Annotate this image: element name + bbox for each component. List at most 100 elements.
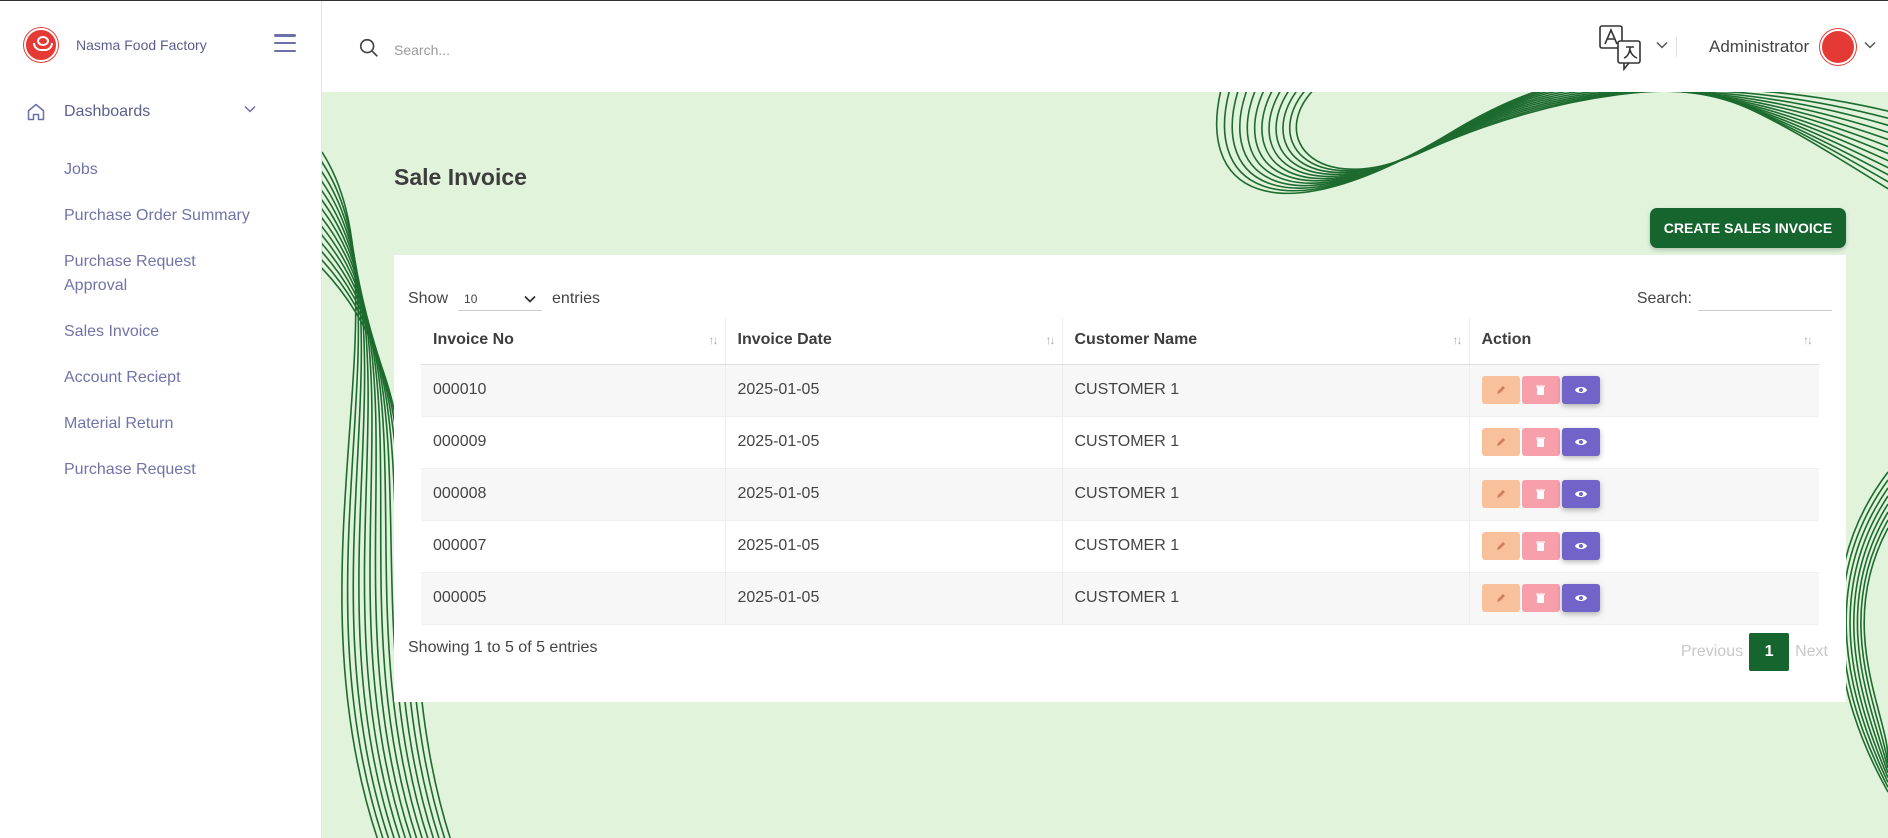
cell-invoice-date: 2025-01-05 bbox=[725, 520, 1063, 573]
pencil-icon bbox=[1496, 594, 1505, 602]
cell-invoice-date: 2025-01-05 bbox=[725, 572, 1063, 625]
delete-button[interactable] bbox=[1521, 584, 1560, 612]
cell-customer-name: CUSTOMER 1 bbox=[1062, 520, 1470, 573]
eye-icon bbox=[1574, 543, 1587, 549]
entries-label: entries bbox=[552, 290, 601, 307]
cell-actions bbox=[1469, 520, 1819, 573]
divider bbox=[1676, 37, 1677, 57]
cell-actions bbox=[1469, 416, 1819, 469]
view-button[interactable] bbox=[1561, 376, 1600, 404]
column-header-label: Customer Name bbox=[1074, 331, 1198, 349]
cell-actions bbox=[1469, 364, 1819, 417]
column-header-label: Invoice Date bbox=[737, 331, 832, 349]
chevron-down-icon[interactable] bbox=[1864, 41, 1876, 49]
column-header-invoice-date[interactable]: Invoice Date ↑↓ bbox=[725, 317, 1063, 365]
table-info: Showing 1 to 5 of 5 entries bbox=[408, 639, 598, 656]
cell-invoice-no: 000009 bbox=[421, 416, 726, 469]
menu-toggle-icon[interactable] bbox=[274, 34, 296, 52]
trash-icon bbox=[1536, 593, 1545, 603]
home-icon bbox=[27, 103, 45, 121]
translate-icon[interactable] bbox=[1596, 23, 1646, 73]
table-search: Search: bbox=[1637, 287, 1832, 311]
sidebar-item-jobs[interactable]: Jobs bbox=[64, 158, 98, 182]
cell-actions bbox=[1469, 468, 1819, 521]
sort-icon: ↑↓ bbox=[1452, 333, 1463, 347]
table-search-input[interactable] bbox=[1698, 287, 1832, 311]
sidebar-item-dashboards[interactable]: Dashboards bbox=[26, 97, 256, 127]
view-button[interactable] bbox=[1561, 480, 1600, 508]
edit-button[interactable] bbox=[1481, 376, 1520, 404]
cell-invoice-no: 000010 bbox=[421, 364, 726, 417]
cell-invoice-date: 2025-01-05 bbox=[725, 416, 1063, 469]
cell-customer-name: CUSTOMER 1 bbox=[1062, 572, 1470, 625]
sidebar-item-purchase-request[interactable]: Purchase Request bbox=[64, 458, 196, 482]
cell-customer-name: CUSTOMER 1 bbox=[1062, 416, 1470, 469]
sidebar-item-account-reciept[interactable]: Account Reciept bbox=[64, 366, 181, 390]
invoice-table-card: Show 10 entries Search: Invoice No ↑↓ Inv… bbox=[394, 255, 1846, 702]
chevron-down-icon[interactable] bbox=[1656, 41, 1668, 49]
column-header-action[interactable]: Action ↑↓ bbox=[1469, 317, 1819, 365]
invoice-table: Invoice No ↑↓ Invoice Date ↑↓ Customer Nam… bbox=[421, 317, 1819, 625]
column-header-invoice-no[interactable]: Invoice No ↑↓ bbox=[421, 317, 726, 365]
cell-customer-name: CUSTOMER 1 bbox=[1062, 468, 1470, 521]
cell-invoice-no: 000007 bbox=[421, 520, 726, 573]
view-button[interactable] bbox=[1561, 584, 1600, 612]
table-header-row: Invoice No ↑↓ Invoice Date ↑↓ Customer Nam… bbox=[421, 317, 1819, 365]
edit-button[interactable] bbox=[1481, 532, 1520, 560]
delete-button[interactable] bbox=[1521, 480, 1560, 508]
main-content: Sale Invoice CREATE SALES INVOICE Show 1… bbox=[322, 92, 1888, 838]
delete-button[interactable] bbox=[1521, 428, 1560, 456]
delete-button[interactable] bbox=[1521, 532, 1560, 560]
table-row: 000005 2025-01-05 CUSTOMER 1 bbox=[421, 572, 1819, 625]
search-input[interactable] bbox=[394, 37, 894, 63]
sort-icon: ↑↓ bbox=[708, 333, 719, 347]
user-name[interactable]: Administrator bbox=[1709, 37, 1809, 57]
edit-button[interactable] bbox=[1481, 480, 1520, 508]
eye-icon bbox=[1574, 595, 1587, 601]
table-row: 000009 2025-01-05 CUSTOMER 1 bbox=[421, 416, 1819, 469]
edit-button[interactable] bbox=[1481, 584, 1520, 612]
eye-icon bbox=[1574, 387, 1587, 393]
cell-customer-name: CUSTOMER 1 bbox=[1062, 364, 1470, 417]
brand-name: Nasma Food Factory bbox=[76, 37, 207, 53]
entries-select[interactable]: 10 bbox=[458, 287, 543, 311]
trash-icon bbox=[1536, 437, 1545, 447]
table-row: 000007 2025-01-05 CUSTOMER 1 bbox=[421, 520, 1819, 573]
trash-icon bbox=[1536, 385, 1545, 395]
create-sales-invoice-button[interactable]: CREATE SALES INVOICE bbox=[1650, 208, 1846, 248]
view-button[interactable] bbox=[1561, 428, 1600, 456]
entries-length-control: Show 10 entries bbox=[408, 287, 600, 311]
show-label: Show bbox=[408, 290, 449, 307]
pagination-page-1[interactable]: 1 bbox=[1749, 633, 1790, 671]
entries-select-value: 10 bbox=[464, 291, 478, 306]
sidebar-item-sales-invoice[interactable]: Sales Invoice bbox=[64, 320, 159, 344]
chevron-down-icon bbox=[244, 105, 256, 113]
cell-invoice-no: 000005 bbox=[421, 572, 726, 625]
eye-icon bbox=[1574, 439, 1587, 445]
trash-icon bbox=[1536, 541, 1545, 551]
brand[interactable]: Nasma Food Factory bbox=[24, 27, 207, 63]
sort-icon: ↑↓ bbox=[1045, 333, 1056, 347]
topbar: Administrator bbox=[322, 1, 1888, 92]
trash-icon bbox=[1536, 489, 1545, 499]
avatar[interactable] bbox=[1822, 31, 1854, 63]
eye-icon bbox=[1574, 491, 1587, 497]
pagination-next[interactable]: Next bbox=[1795, 643, 1828, 661]
sidebar-item-material-return[interactable]: Material Return bbox=[64, 412, 173, 436]
sidebar: Nasma Food Factory Dashboards Jobs Purch… bbox=[0, 1, 322, 838]
sidebar-item-dashboards-label: Dashboards bbox=[64, 103, 151, 120]
column-header-label: Action bbox=[1481, 331, 1532, 349]
column-header-customer-name[interactable]: Customer Name ↑↓ bbox=[1062, 317, 1470, 365]
pagination: Previous 1 Next bbox=[1681, 633, 1828, 671]
pagination-previous[interactable]: Previous bbox=[1681, 643, 1743, 661]
pencil-icon bbox=[1496, 542, 1505, 550]
brand-logo bbox=[24, 28, 58, 62]
view-button[interactable] bbox=[1561, 532, 1600, 560]
sidebar-item-purchase-request-approval[interactable]: Purchase Request Approval bbox=[64, 250, 254, 298]
table-row: 000008 2025-01-05 CUSTOMER 1 bbox=[421, 468, 1819, 521]
sidebar-item-purchase-order-summary[interactable]: Purchase Order Summary bbox=[64, 204, 250, 228]
search-icon[interactable] bbox=[358, 37, 380, 59]
delete-button[interactable] bbox=[1521, 376, 1560, 404]
edit-button[interactable] bbox=[1481, 428, 1520, 456]
page-title: Sale Invoice bbox=[394, 164, 527, 190]
